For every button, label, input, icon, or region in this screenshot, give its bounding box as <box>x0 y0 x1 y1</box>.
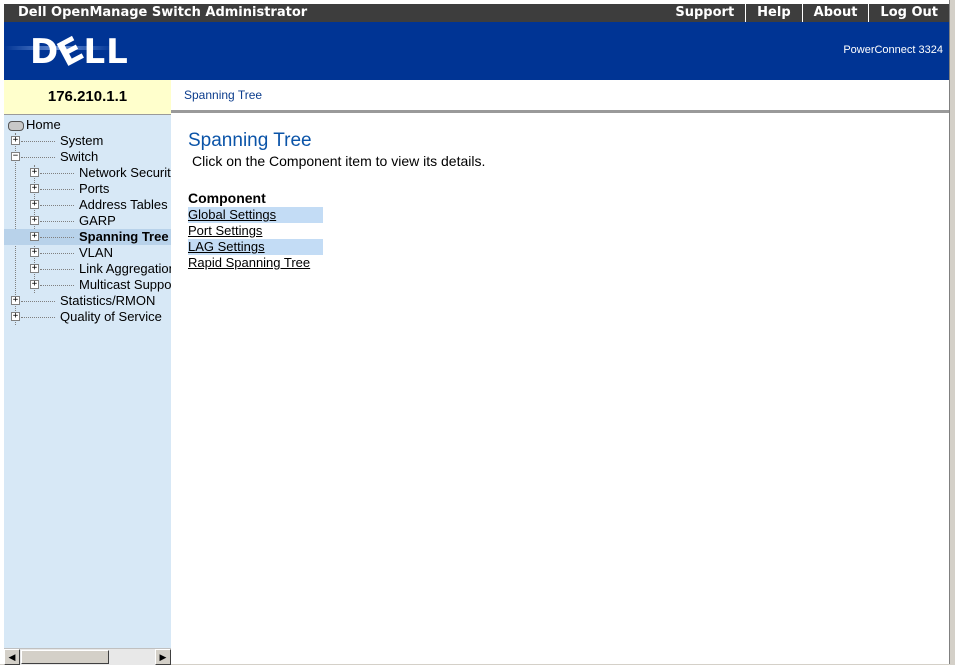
tree-item-quality-of-service[interactable]: + Quality of Service <box>4 309 171 325</box>
component-heading: Component <box>188 190 266 206</box>
device-ip: 176.210.1.1 <box>47 88 128 105</box>
expand-icon[interactable]: + <box>30 184 39 193</box>
expand-icon[interactable]: + <box>30 248 39 257</box>
tree-item-home[interactable]: Home <box>4 117 171 133</box>
port-settings-link[interactable]: Port Settings <box>188 223 323 239</box>
tree-item-statistics-rmon[interactable]: + Statistics/RMON <box>4 293 171 309</box>
banner: DELL PowerConnect 3324 <box>4 22 949 80</box>
scroll-left-arrow-icon[interactable]: ◀ <box>4 649 20 665</box>
support-link[interactable]: Support <box>664 4 745 22</box>
sidebar-horizontal-scrollbar[interactable]: ◀ ▶ <box>4 648 171 665</box>
app-title: Dell OpenManage Switch Administrator <box>18 5 308 20</box>
scrollbar-thumb[interactable] <box>21 650 109 664</box>
tree-item-switch[interactable]: − Switch <box>4 149 171 165</box>
tree-item-vlan[interactable]: + VLAN <box>4 245 171 261</box>
expand-icon[interactable]: + <box>30 216 39 225</box>
help-link[interactable]: Help <box>745 4 801 22</box>
sidebar-tree: Home + System − Switch + Network Securit… <box>4 115 171 648</box>
tree-item-system[interactable]: + System <box>4 133 171 149</box>
tree-item-garp[interactable]: + GARP <box>4 213 171 229</box>
global-settings-link[interactable]: Global Settings <box>188 207 323 223</box>
component-list: Global Settings Port Settings LAG Settin… <box>188 207 323 271</box>
expand-icon[interactable]: + <box>11 312 20 321</box>
page-description: Click on the Component item to view its … <box>192 153 486 169</box>
collapse-icon[interactable]: − <box>11 152 20 161</box>
home-icon <box>8 121 24 131</box>
tree-item-address-tables[interactable]: + Address Tables <box>4 197 171 213</box>
expand-icon[interactable]: + <box>11 136 20 145</box>
page-title: Spanning Tree <box>188 130 312 151</box>
expand-icon[interactable]: + <box>30 264 39 273</box>
lag-settings-link[interactable]: LAG Settings <box>188 239 323 255</box>
dell-logo: DELL <box>30 28 129 76</box>
about-link[interactable]: About <box>801 4 869 22</box>
nav-tree: Home + System − Switch + Network Securit… <box>4 117 171 325</box>
tree-item-spanning-tree[interactable]: + Spanning Tree <box>4 229 171 245</box>
expand-icon[interactable]: + <box>30 280 39 289</box>
window-right-edge <box>949 0 955 664</box>
app-window: Dell OpenManage Switch Administrator Sup… <box>0 0 955 665</box>
tree-item-ports[interactable]: + Ports <box>4 181 171 197</box>
top-bar: Dell OpenManage Switch Administrator Sup… <box>4 4 949 22</box>
expand-icon[interactable]: + <box>30 232 39 241</box>
main-content: Spanning Tree Click on the Component ite… <box>171 113 949 664</box>
breadcrumb-current: Spanning Tree <box>184 88 263 102</box>
tree-item-multicast-support[interactable]: + Multicast Suppo <box>4 277 171 293</box>
device-ip-box: 176.210.1.1 <box>4 80 171 115</box>
rapid-spanning-tree-link[interactable]: Rapid Spanning Tree <box>188 255 323 271</box>
model-name: PowerConnect 3324 <box>843 44 943 56</box>
breadcrumb: Spanning Tree <box>171 80 949 113</box>
tree-item-link-aggregation[interactable]: + Link Aggregation <box>4 261 171 277</box>
expand-icon[interactable]: + <box>11 296 20 305</box>
tree-item-network-security[interactable]: + Network Securit <box>4 165 171 181</box>
scroll-right-arrow-icon[interactable]: ▶ <box>155 649 171 665</box>
top-nav: Support Help About Log Out <box>664 4 949 22</box>
expand-icon[interactable]: + <box>30 168 39 177</box>
logout-link[interactable]: Log Out <box>868 4 949 22</box>
expand-icon[interactable]: + <box>30 200 39 209</box>
